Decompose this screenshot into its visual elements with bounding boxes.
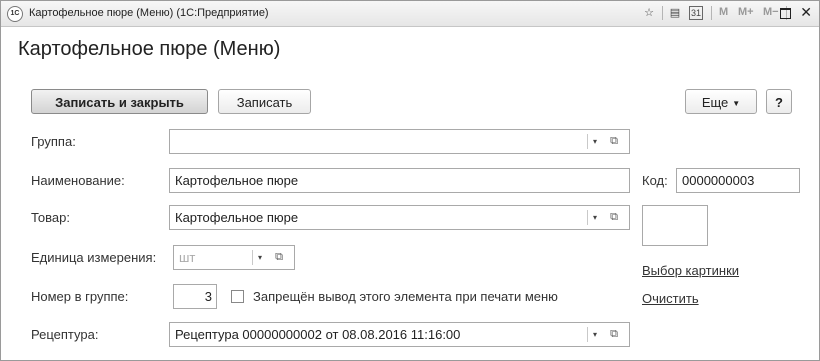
memory-button[interactable]: M	[719, 6, 728, 18]
memory-plus-button[interactable]: M+	[738, 6, 754, 18]
product-value: Картофельное пюре	[175, 210, 299, 225]
name-label: Наименование:	[31, 173, 125, 188]
chevron-down-icon: ▼	[732, 99, 741, 108]
unit-open-icon[interactable]: ⧉	[272, 250, 286, 265]
code-label: Код:	[642, 173, 668, 188]
unit-label: Единица измерения:	[31, 250, 157, 265]
group-label: Группа:	[31, 134, 76, 149]
unit-field[interactable]: шт ▾ ⧉	[173, 245, 295, 270]
toolbar-divider	[662, 6, 663, 20]
title-bar: 1С Картофельное пюре (Меню) (1С:Предприя…	[1, 1, 819, 27]
more-button[interactable]: Еще ▼	[685, 89, 757, 114]
unit-dropdown-icon[interactable]: ▾	[252, 250, 267, 265]
product-dropdown-icon[interactable]: ▾	[587, 210, 602, 225]
picture-box[interactable]	[642, 205, 708, 246]
maximize-icon[interactable]	[780, 8, 791, 19]
product-field[interactable]: Картофельное пюре ▾ ⧉	[169, 205, 630, 230]
no-print-checkbox[interactable]	[231, 290, 244, 303]
number-in-group-input[interactable]: 3	[173, 284, 217, 309]
memory-minus-button[interactable]: M−	[763, 6, 779, 18]
product-open-icon[interactable]: ⧉	[607, 210, 621, 225]
number-in-group-label: Номер в группе:	[31, 289, 129, 304]
form-title: Картофельное пюре (Меню)	[18, 38, 281, 60]
help-button[interactable]: ?	[766, 89, 792, 114]
favorite-icon[interactable]: ☆	[641, 5, 657, 21]
save-and-close-button[interactable]: Записать и закрыть	[31, 89, 208, 114]
unit-value: шт	[179, 250, 196, 265]
toolbar-divider	[711, 6, 712, 20]
calculator-icon[interactable]: ▤	[667, 5, 683, 21]
no-print-label: Запрещён вывод этого элемента при печати…	[253, 289, 558, 304]
product-label: Товар:	[31, 210, 70, 225]
more-label: Еще	[701, 95, 729, 110]
recipe-value: Рецептура 00000000002 от 08.08.2016 11:1…	[175, 327, 461, 342]
group-dropdown-icon[interactable]: ▾	[587, 134, 602, 149]
recipe-open-icon[interactable]: ⧉	[607, 327, 621, 342]
group-field[interactable]: ▾ ⧉	[169, 129, 630, 154]
code-input[interactable]: 0000000003	[676, 168, 800, 193]
name-input[interactable]: Картофельное пюре	[169, 168, 630, 193]
recipe-label: Рецептура:	[31, 327, 99, 342]
form-window: 1С Картофельное пюре (Меню) (1С:Предприя…	[0, 0, 820, 361]
window-title: Картофельное пюре (Меню) (1С:Предприятие…	[29, 7, 269, 19]
calendar-icon[interactable]: 31	[689, 6, 703, 20]
save-button[interactable]: Записать	[218, 89, 311, 114]
choose-picture-link[interactable]: Выбор картинки	[642, 263, 739, 278]
clear-picture-link[interactable]: Очистить	[642, 291, 699, 306]
close-icon[interactable]: ✕	[800, 4, 812, 21]
app-logo-icon[interactable]: 1С	[7, 6, 23, 22]
group-open-icon[interactable]: ⧉	[607, 134, 621, 149]
recipe-dropdown-icon[interactable]: ▾	[587, 327, 602, 342]
recipe-field[interactable]: Рецептура 00000000002 от 08.08.2016 11:1…	[169, 322, 630, 347]
